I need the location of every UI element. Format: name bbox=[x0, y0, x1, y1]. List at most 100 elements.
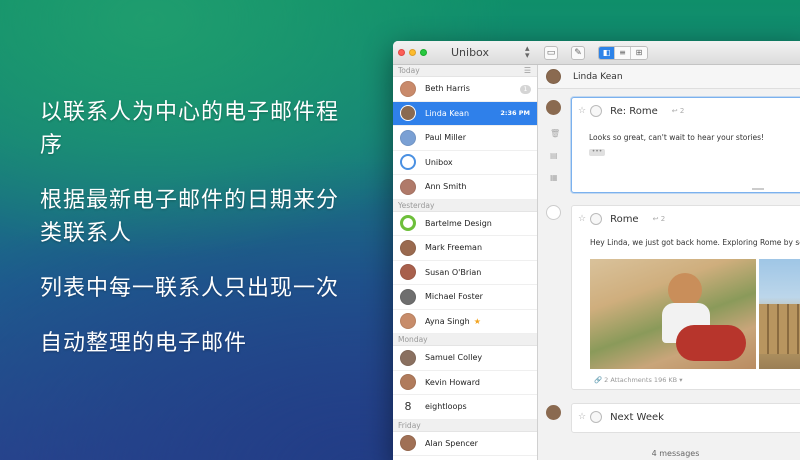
close-button[interactable] bbox=[398, 49, 405, 56]
avatar bbox=[400, 129, 416, 146]
contact-unibox[interactable]: Unibox bbox=[393, 151, 537, 175]
contact-beth-harris[interactable]: Beth Harris 1 bbox=[393, 77, 537, 102]
eightloops-logo-icon: 8 bbox=[400, 398, 416, 415]
contact-kevin-howard[interactable]: Kevin Howard bbox=[393, 371, 537, 395]
photo-subject-head bbox=[668, 273, 702, 307]
contact-name: eightloops bbox=[425, 402, 467, 412]
contact-bartelme-design[interactable]: Bartelme Design bbox=[393, 212, 537, 236]
contact-susan-obrian[interactable]: Susan O'Brian bbox=[393, 261, 537, 285]
contact-michael-foster[interactable]: Michael Foster bbox=[393, 285, 537, 310]
message-count: 4 messages bbox=[538, 442, 800, 460]
contact-name: Susan O'Brian bbox=[425, 267, 482, 277]
contact-name: Ayna Singh bbox=[425, 316, 470, 326]
filter-icon[interactable]: ☰ bbox=[524, 65, 531, 77]
contact-ayna-singh[interactable]: Ayna Singh ★ bbox=[393, 310, 537, 334]
contact-name: Paul Miller bbox=[425, 133, 466, 143]
unread-badge: 1 bbox=[520, 85, 531, 94]
contact-mark-freeman[interactable]: Mark Freeman bbox=[393, 236, 537, 261]
photo-colosseum-arches bbox=[759, 304, 800, 354]
minimize-button[interactable] bbox=[409, 49, 416, 56]
contact-name: Ann Smith bbox=[425, 182, 467, 192]
sender-avatar-placeholder bbox=[590, 213, 603, 225]
message-header: ☆ Rome ↩ 2 bbox=[578, 213, 665, 225]
message-subject: Re: Rome bbox=[610, 105, 658, 117]
section-header-today: Today ☰ bbox=[393, 65, 537, 77]
star-icon[interactable]: ☆ bbox=[578, 106, 586, 116]
contact-name: Linda Kean bbox=[425, 108, 470, 118]
feature-sort-by-date: 根据最新电子邮件的日期来分类联系人 bbox=[40, 188, 340, 246]
section-label: Friday bbox=[398, 420, 421, 430]
avatar bbox=[400, 374, 416, 391]
feature-unique-contacts: 列表中每一联系人只出现一次 bbox=[40, 276, 340, 301]
contact-alan-spencer[interactable]: Alan Spencer bbox=[393, 432, 537, 456]
section-header-friday: Friday bbox=[393, 419, 537, 432]
avatar bbox=[400, 178, 416, 195]
avatar bbox=[400, 435, 416, 452]
zoom-button[interactable] bbox=[420, 49, 427, 56]
grid-view-icon[interactable]: ⊞ bbox=[631, 47, 647, 59]
avatar bbox=[400, 313, 416, 330]
sender-avatar-placeholder bbox=[546, 205, 561, 220]
message-card-rome[interactable]: ☆ Rome ↩ 2 Hey Linda, we just got back h… bbox=[571, 205, 800, 390]
message-subject: Next Week bbox=[610, 411, 664, 423]
window-title: Unibox bbox=[451, 46, 489, 59]
feature-auto-organize: 自动整理的电子邮件 bbox=[40, 331, 248, 356]
contact-name: Bartelme Design bbox=[425, 218, 492, 228]
star-icon[interactable]: ☆ bbox=[578, 214, 586, 224]
sort-updown-icon[interactable]: ▴ ▾ bbox=[525, 45, 530, 61]
compose-icon[interactable]: ✎ bbox=[571, 46, 585, 60]
message-card-re-rome[interactable]: ☆ Re: Rome ↩ 2 Looks so great, can't wai… bbox=[571, 97, 800, 193]
star-icon[interactable]: ☆ bbox=[578, 412, 586, 422]
show-more-button[interactable]: ••• bbox=[589, 149, 605, 156]
contact-paul-miller[interactable]: Paul Miller bbox=[393, 126, 537, 151]
conversation-header: Linda Kean bbox=[538, 65, 800, 89]
photo-attachment-colosseum[interactable] bbox=[759, 259, 800, 369]
section-label: Today bbox=[398, 66, 420, 75]
titlebar: Unibox ▴ ▾ ▭ ✎ ◧ ≡ ⊞ bbox=[393, 41, 800, 65]
sender-avatar-placeholder bbox=[590, 105, 603, 117]
photo-attachment-woman-scooter[interactable] bbox=[590, 259, 756, 369]
contact-samuel-colley[interactable]: Samuel Colley bbox=[393, 346, 537, 371]
trash-icon[interactable]: 🗑 bbox=[550, 129, 560, 138]
contact-name: Alan Spencer bbox=[425, 438, 478, 448]
contact-name: Kevin Howard bbox=[425, 377, 480, 387]
archive-icon[interactable]: ▤ bbox=[550, 151, 558, 160]
section-label: Monday bbox=[398, 335, 428, 344]
feature-contact-centric: 以联系人为中心的电子邮件程序 bbox=[40, 100, 340, 158]
avatar bbox=[400, 264, 416, 281]
avatar bbox=[400, 288, 416, 305]
message-body: Looks so great, can't wait to hear your … bbox=[589, 133, 765, 142]
reply-count-value: 2 bbox=[660, 215, 666, 223]
photo-scooter bbox=[676, 325, 746, 361]
contact-ann-smith[interactable]: Ann Smith bbox=[393, 175, 537, 200]
avatar bbox=[400, 349, 416, 366]
list-view-icon[interactable]: ≡ bbox=[615, 47, 631, 59]
avatar bbox=[400, 215, 416, 232]
unibox-window: Unibox ▴ ▾ ▭ ✎ ◧ ≡ ⊞ Today ☰ Beth Harris … bbox=[393, 41, 800, 460]
message-card-next-week[interactable]: ☆ Next Week bbox=[571, 403, 800, 433]
message-header: ☆ Next Week bbox=[578, 411, 678, 423]
message-body: Hey Linda, we just got back home. Explor… bbox=[590, 238, 800, 247]
attachments-summary[interactable]: 🔗 2 Attachments 196 KB ▾ bbox=[594, 376, 682, 384]
avatar bbox=[400, 105, 416, 122]
avatar bbox=[546, 69, 561, 84]
contact-linda-kean[interactable]: Linda Kean 2:36 PM bbox=[393, 101, 537, 126]
attachments-label: 2 Attachments 196 KB bbox=[604, 376, 678, 384]
reply-count-value: 2 bbox=[679, 107, 685, 115]
sidebar-toggle-icon[interactable]: ▭ bbox=[544, 46, 558, 60]
sender-avatar-placeholder bbox=[590, 411, 603, 423]
message-subject: Rome bbox=[610, 213, 639, 225]
resize-handle[interactable] bbox=[752, 188, 764, 190]
message-time: 2:36 PM bbox=[500, 109, 530, 118]
contact-name: Unibox bbox=[425, 157, 453, 167]
box-icon[interactable]: ▦ bbox=[550, 173, 558, 182]
star-icon: ★ bbox=[473, 316, 481, 326]
conversation-view-icon[interactable]: ◧ bbox=[599, 47, 615, 59]
contact-eightloops[interactable]: 8 eightloops bbox=[393, 395, 537, 420]
avatar bbox=[400, 239, 416, 256]
contact-sidebar: Today ☰ Beth Harris 1 Linda Kean 2:36 PM… bbox=[393, 65, 538, 460]
contact-name: Samuel Colley bbox=[425, 353, 483, 363]
sender-avatar bbox=[546, 100, 561, 115]
contact-name: Mark Freeman bbox=[425, 243, 483, 253]
sender-avatar bbox=[546, 405, 561, 420]
